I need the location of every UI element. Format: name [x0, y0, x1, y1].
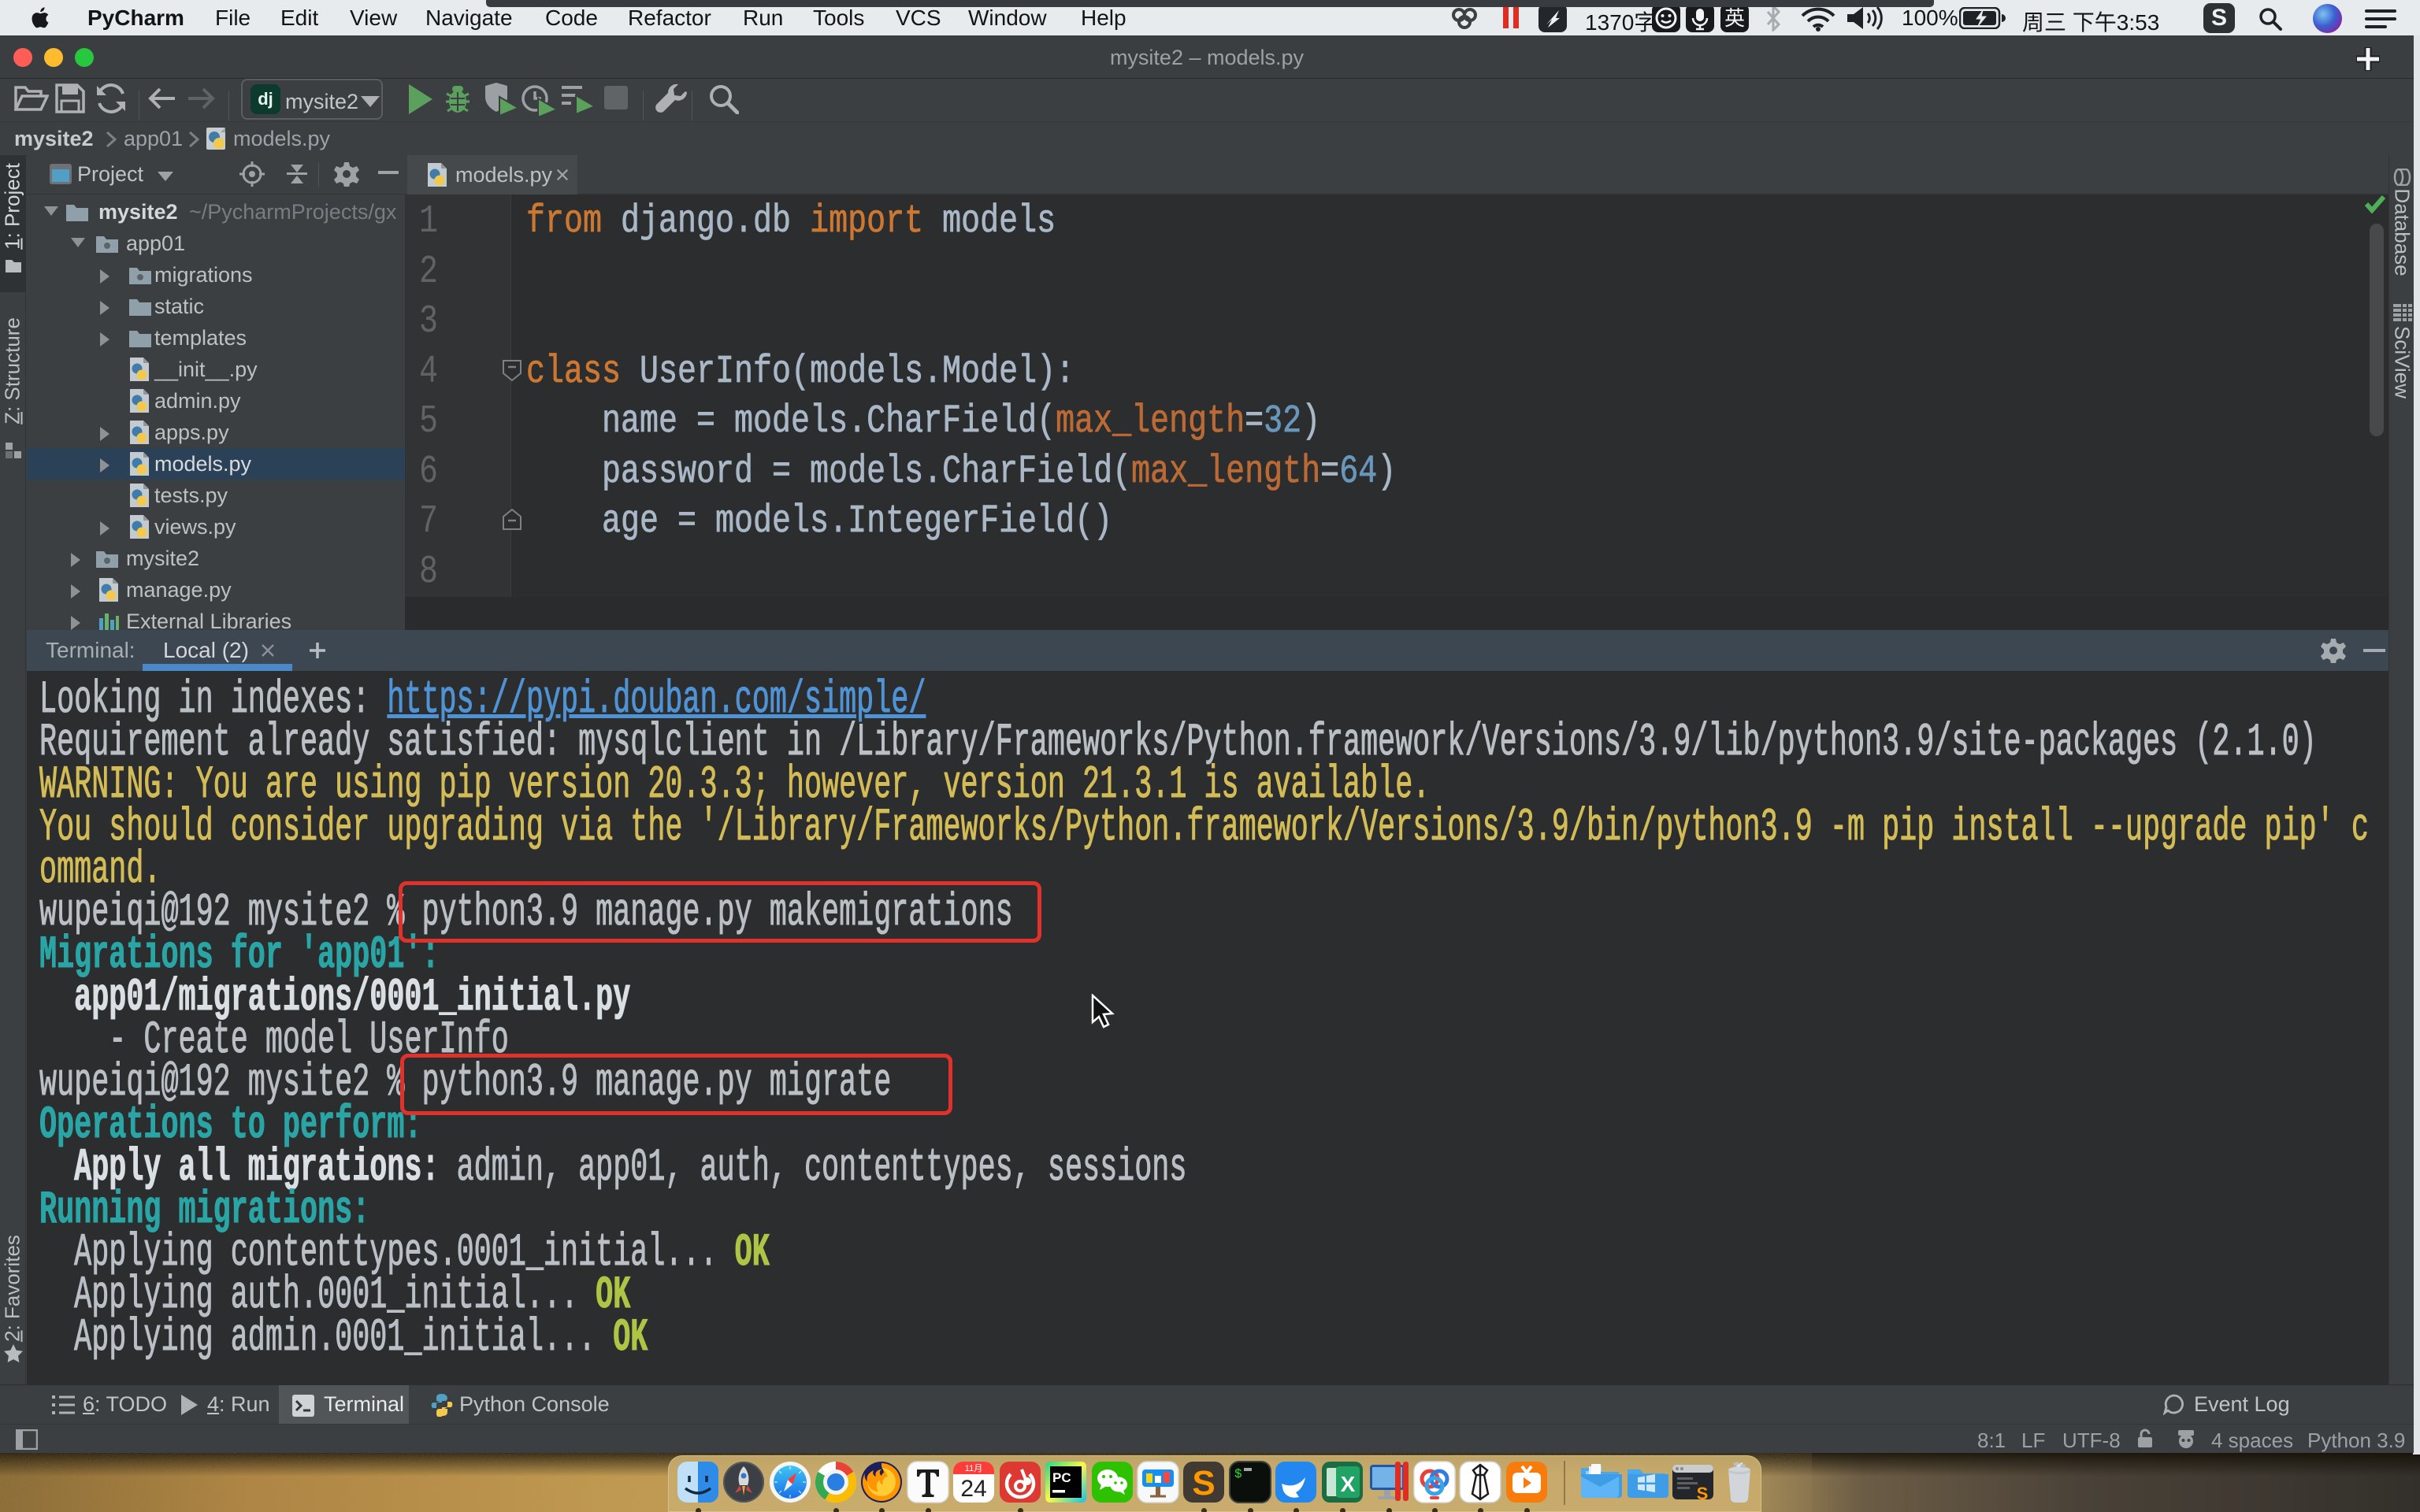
svg-text:S: S: [1697, 1484, 1709, 1503]
svg-text:$: $: [1234, 1467, 1242, 1481]
svg-text:PC: PC: [1052, 1470, 1071, 1485]
svg-text:11月: 11月: [965, 1464, 982, 1473]
svg-text:S: S: [1192, 1464, 1215, 1503]
svg-text:X: X: [1341, 1472, 1356, 1496]
svg-text:24: 24: [960, 1476, 986, 1502]
